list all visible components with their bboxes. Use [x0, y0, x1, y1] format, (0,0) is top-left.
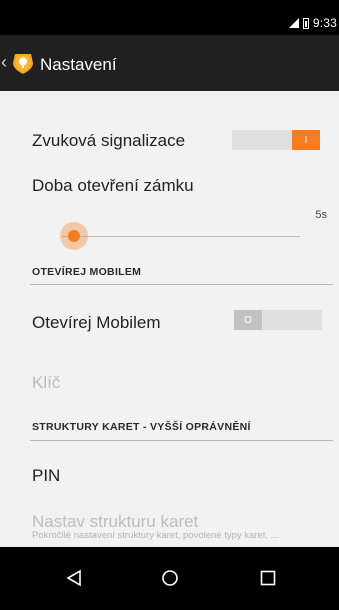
section-header-cards: STRUKTURY KARET - VYŠŠÍ OPRÁVNĚNÍ — [32, 421, 251, 433]
section-divider — [30, 440, 333, 441]
status-time: 9:33 — [312, 16, 337, 30]
nav-back-icon[interactable] — [57, 561, 91, 595]
navigation-bar — [0, 547, 339, 610]
setting-card-structure-title: Nastav strukturu karet — [32, 512, 199, 531]
nav-recents-icon[interactable] — [251, 561, 285, 595]
signal-icon — [288, 18, 299, 28]
setting-unlock-time-title: Doba otevření zámku — [32, 176, 194, 195]
section-divider — [30, 284, 333, 285]
action-bar: ‹ Nastavení — [0, 35, 339, 91]
battery-icon — [302, 17, 309, 29]
setting-card-structure-summary: Pokročilé nastavení struktury karet, pov… — [32, 530, 279, 541]
app-logo-icon[interactable] — [11, 49, 35, 75]
section-header-mobile: OTEVÍREJ MOBILEM — [32, 266, 142, 278]
unlock-time-slider-track[interactable] — [62, 236, 300, 237]
open-mobile-switch-thumb: O — [234, 310, 262, 330]
open-mobile-switch[interactable]: O — [234, 310, 322, 330]
setting-key: Klíč — [32, 373, 61, 392]
settings-list: Zvuková signalizace I Doba otevření zámk… — [0, 91, 339, 547]
setting-open-mobile-title: Otevírej Mobilem — [32, 313, 161, 332]
page-title: Nastavení — [40, 55, 117, 74]
status-bar: 9:33 — [0, 0, 339, 35]
status-indicators: 9:33 — [288, 16, 337, 30]
unlock-time-value: 5s — [315, 209, 327, 221]
setting-pin[interactable]: PIN — [32, 466, 60, 486]
setting-sound-title: Zvuková signalizace — [32, 131, 186, 150]
sound-switch-thumb: I — [292, 130, 320, 150]
back-arrow-icon[interactable]: ‹ — [1, 53, 7, 71]
nav-home-icon[interactable] — [153, 561, 187, 595]
unlock-time-slider-thumb[interactable] — [60, 222, 88, 250]
sound-switch[interactable]: I — [232, 130, 320, 150]
